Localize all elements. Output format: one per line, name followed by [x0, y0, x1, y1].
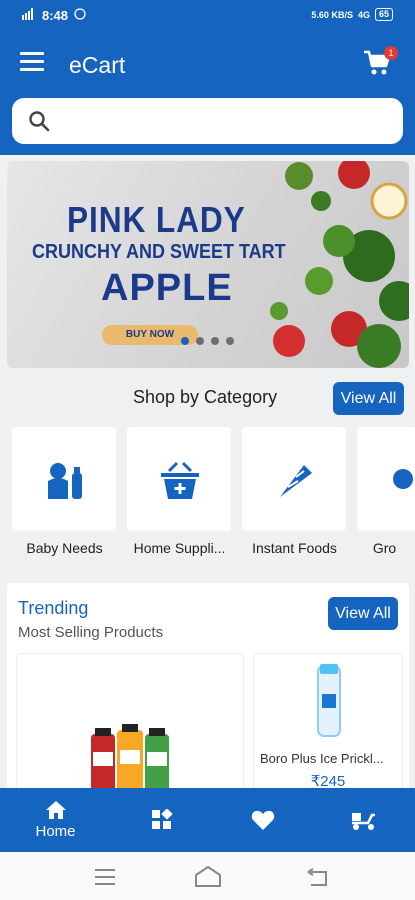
menu-icon[interactable] — [20, 52, 44, 74]
network-speed: 5.60 KB/S — [311, 9, 353, 20]
recent-apps-button[interactable] — [94, 869, 116, 890]
app-bar: eCart 1 — [0, 32, 415, 97]
search-icon — [29, 111, 50, 132]
banner-headline: PINK LADY — [67, 199, 246, 240]
back-icon — [307, 868, 327, 886]
carousel-dot[interactable] — [226, 337, 234, 345]
heart-icon — [251, 810, 274, 830]
carousel-dot[interactable] — [196, 337, 204, 345]
grocery-icon — [393, 469, 413, 489]
banner-product: APPLE — [101, 267, 233, 309]
category-label: Gro — [372, 540, 397, 556]
cart-count-badge: 1 — [384, 46, 398, 60]
category-card-grocery[interactable] — [357, 427, 415, 531]
trending-view-all-button[interactable]: View All — [328, 597, 398, 630]
category-section-title: Shop by Category — [133, 387, 278, 407]
app-title: eCart — [69, 52, 126, 78]
banner-apples-image — [270, 161, 409, 368]
status-time: 8:48 — [42, 8, 69, 23]
home-icon — [45, 801, 66, 819]
category-view-all-button[interactable]: View All — [333, 382, 404, 415]
nav-home-label: Home — [35, 823, 76, 840]
nav-categories[interactable] — [110, 788, 213, 852]
product-name: Boro Plus Ice Prickl... — [260, 751, 384, 766]
baby-bottle-icon — [48, 463, 82, 499]
search-container — [0, 97, 415, 155]
categories-icon — [151, 809, 173, 829]
product-card[interactable] — [16, 653, 244, 795]
category-card-baby-needs[interactable] — [12, 427, 116, 531]
category-label: Home Suppli... — [133, 540, 226, 556]
category-card-instant-foods[interactable] — [242, 427, 346, 531]
battery-indicator: 65 — [374, 8, 393, 21]
status-left: 8:48 — [22, 8, 86, 23]
category-label: Baby Needs — [26, 540, 103, 556]
search-input[interactable] — [58, 100, 393, 142]
signal-icon — [22, 8, 36, 23]
home-system-button[interactable] — [194, 865, 222, 892]
status-right: 5.60 KB/S 4G 65 — [311, 8, 393, 21]
talc-bottle-image — [317, 664, 341, 737]
back-system-button[interactable] — [306, 868, 328, 891]
trending-title: Trending — [18, 598, 89, 618]
signal-4g: 4G — [357, 9, 370, 20]
search-bar[interactable] — [12, 98, 403, 144]
category-label: Instant Foods — [252, 540, 337, 556]
basket-icon — [161, 461, 199, 499]
category-card-home-supplies[interactable] — [127, 427, 231, 531]
nav-orders[interactable] — [312, 788, 415, 852]
cart-button[interactable]: 1 — [363, 46, 398, 78]
promo-banner[interactable]: PINK LADY CRUNCHY AND SWEET TART APPLE B… — [7, 161, 409, 368]
bottom-navigation: Home — [0, 788, 415, 852]
nav-wishlist[interactable] — [211, 788, 314, 852]
nav-home[interactable]: Home — [4, 788, 107, 852]
food-cone-icon — [280, 465, 312, 497]
whatsapp-icon — [74, 8, 86, 23]
carousel-indicator — [181, 337, 234, 345]
carousel-dot[interactable] — [211, 337, 219, 345]
home-outline-icon — [195, 865, 221, 887]
juice-bottles-image — [91, 724, 169, 794]
delivery-scooter-icon — [351, 813, 375, 830]
carousel-dot[interactable] — [181, 337, 189, 345]
status-bar: 8:48 5.60 KB/S 4G 65 — [0, 0, 415, 32]
banner-subheadline: CRUNCHY AND SWEET TART — [32, 241, 286, 263]
product-card[interactable]: Boro Plus Ice Prickl... ₹245 — [253, 653, 403, 795]
menu-lines-icon — [95, 869, 115, 885]
system-navigation-bar — [0, 852, 415, 900]
trending-subtitle: Most Selling Products — [18, 624, 164, 641]
